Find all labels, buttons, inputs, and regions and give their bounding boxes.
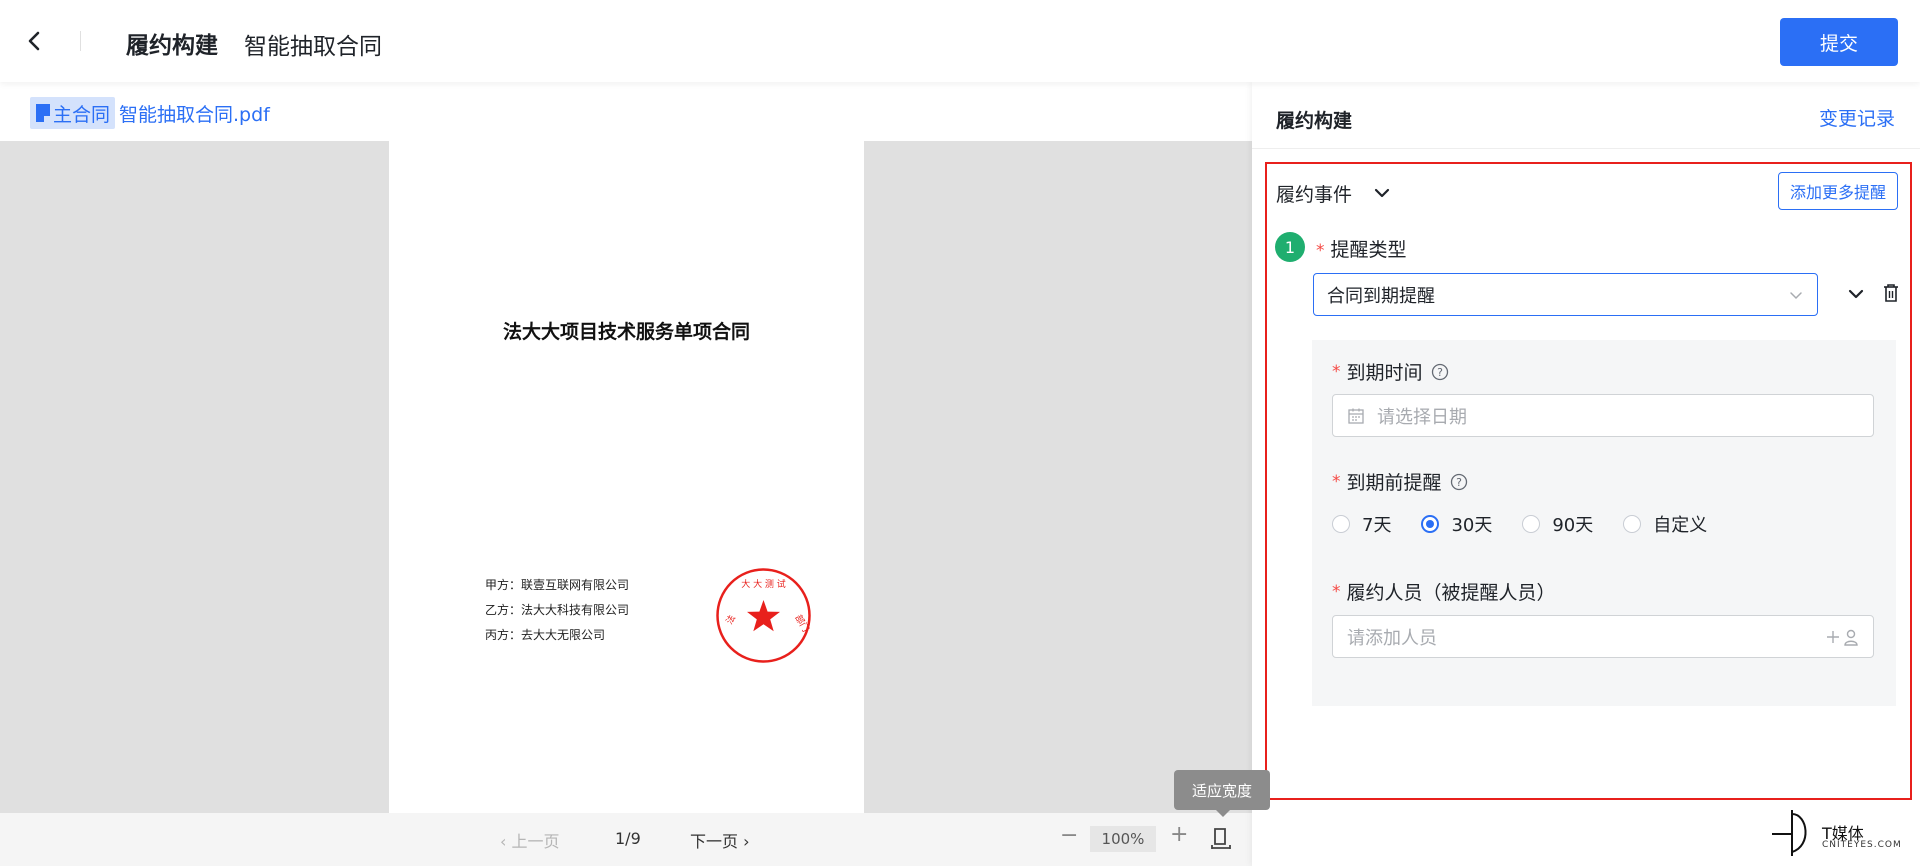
party-a: 甲方：联壹互联网有限公司 (485, 578, 630, 592)
fit-width-icon (1211, 828, 1231, 849)
zoom-level: 100% (1090, 826, 1156, 852)
radio-button (1522, 515, 1541, 533)
reminder-collapse-button[interactable] (1845, 283, 1867, 305)
pre-reminder-label: * 到期前提醒 ? (1332, 468, 1468, 495)
panel-title: 履约构建 (1276, 110, 1353, 132)
fit-width-button[interactable] (1210, 827, 1232, 851)
radio-button (1332, 515, 1350, 533)
fulfillment-panel: 履约构建 变更记录 履约事件 添加更多提醒 1 * 提醒类型 合同到期提醒 * 到期… (1252, 82, 1920, 866)
main-contract-label: 主合同 (53, 103, 111, 126)
person-placeholder: 请添加人员 (1347, 627, 1437, 649)
add-more-reminder-button[interactable]: 添加更多提醒 (1778, 172, 1898, 210)
document-title: 法大大项目技术服务单项合同 (502, 321, 750, 343)
main-contract-tag[interactable]: 主合同 (30, 97, 116, 129)
party-c: 丙方：去大大无限公司 (485, 628, 606, 642)
help-icon[interactable]: ? (1450, 473, 1468, 491)
due-date-picker[interactable]: 请选择日期 (1332, 394, 1874, 437)
header-divider (80, 31, 81, 51)
delete-reminder-button[interactable] (1882, 282, 1900, 304)
page-title: 履约构建 (126, 33, 218, 59)
step-number-badge: 1 (1275, 232, 1305, 262)
due-date-label: * 到期时间 ? (1332, 358, 1449, 385)
zoom-out-button[interactable]: − (1060, 823, 1078, 848)
submit-button[interactable]: 提交 (1780, 18, 1898, 66)
radio-button-selected (1421, 515, 1440, 533)
party-b: 乙方：法大大科技有限公司 (485, 603, 630, 617)
radio-90-days[interactable]: 90天 (1522, 511, 1593, 537)
file-name-link[interactable]: 智能抽取合同.pdf (119, 100, 270, 127)
watermark-icon (1772, 810, 1807, 856)
radio-custom[interactable]: 自定义 (1623, 511, 1707, 537)
panel-divider (1252, 148, 1920, 149)
add-person-icon[interactable] (1825, 627, 1861, 647)
fulfillment-event-label: 履约事件 (1276, 184, 1353, 206)
company-seal: 大 大 测 试 法 部门 (716, 568, 812, 663)
viewer-toolbar: ‹ 上一页 1/9 下一页 › − 100% + (0, 813, 1252, 866)
reminder-type-value: 合同到期提醒 (1327, 285, 1435, 307)
radio-30-days[interactable]: 30天 (1421, 511, 1492, 537)
select-chevron-icon (1790, 292, 1802, 300)
contract-name: 智能抽取合同 (244, 34, 382, 60)
event-collapse-button[interactable] (1371, 182, 1393, 204)
prev-page-button[interactable]: ‹ 上一页 (500, 828, 560, 852)
chevron-down-icon (1848, 289, 1864, 299)
chevron-down-icon (1374, 188, 1390, 198)
page-indicator: 1/9 (615, 829, 641, 848)
top-header: 履约构建 智能抽取合同 提交 (0, 0, 1920, 82)
help-icon[interactable]: ? (1431, 363, 1449, 381)
pre-reminder-radio-group: 7天 30天 90天 自定义 (1332, 512, 1737, 536)
svg-text:?: ? (1456, 476, 1462, 489)
radio-button (1623, 515, 1642, 533)
zoom-in-button[interactable]: + (1170, 822, 1188, 847)
svg-text:大 大 测 试: 大 大 测 试 (741, 578, 786, 590)
calendar-icon (1348, 408, 1364, 424)
document-icon (36, 104, 50, 122)
chevron-left-icon (28, 31, 40, 51)
next-page-button[interactable]: 下一页 › (690, 828, 750, 852)
pdf-viewer[interactable]: 法大大项目技术服务单项合同 甲方：联壹互联网有限公司 乙方：法大大科技有限公司 … (0, 141, 1252, 813)
svg-text:?: ? (1437, 366, 1443, 379)
person-picker[interactable]: 请添加人员 (1332, 615, 1874, 658)
due-date-placeholder: 请选择日期 (1377, 406, 1467, 428)
svg-text:法: 法 (723, 613, 738, 627)
back-button[interactable] (22, 26, 48, 56)
fit-width-tooltip: 适应宽度 (1174, 770, 1270, 817)
reminder-detail-card: * 到期时间 ? 请选择日期 * 到期前提醒 ? 7天 30天 90天 自定义 … (1312, 340, 1896, 706)
reminder-type-label: * 提醒类型 (1316, 239, 1407, 261)
change-log-link[interactable]: 变更记录 (1819, 104, 1895, 131)
watermark-logo: T媒体 CNITEYES.COM (1768, 806, 1916, 860)
person-label: * 履约人员（被提醒人员） (1332, 581, 1556, 605)
pdf-page: 法大大项目技术服务单项合同 甲方：联壹互联网有限公司 乙方：法大大科技有限公司 … (389, 141, 864, 813)
trash-icon (1884, 284, 1898, 302)
reminder-type-select[interactable]: 合同到期提醒 (1313, 273, 1818, 316)
radio-7-days[interactable]: 7天 (1332, 511, 1391, 537)
watermark-subtext: CNITEYES.COM (1822, 840, 1902, 850)
